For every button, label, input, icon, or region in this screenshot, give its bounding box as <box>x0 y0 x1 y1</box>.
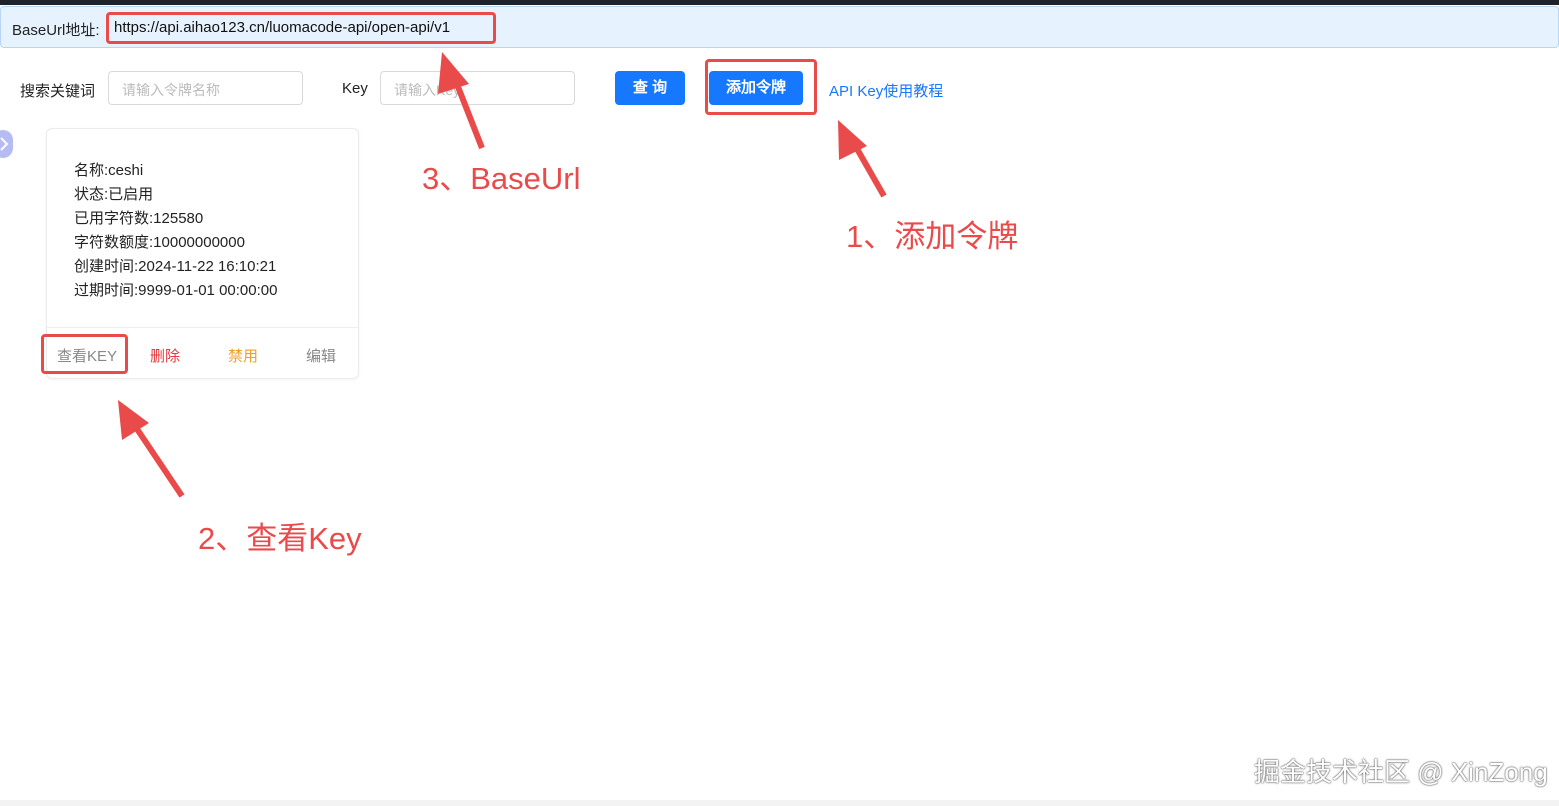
annotation-arrows <box>118 52 887 498</box>
annotation-step1: 1、添加令牌 <box>846 219 1019 254</box>
arrow-icon <box>118 400 185 498</box>
window-bottom-border <box>0 800 1559 806</box>
watermark: 掘金技术社区 @ XinZong <box>1254 757 1548 787</box>
arrow-icon <box>438 52 485 150</box>
arrow-icon <box>838 120 887 198</box>
annotation-step3: 3、BaseUrl <box>422 161 581 196</box>
annotation-step2: 2、查看Key <box>198 521 362 556</box>
